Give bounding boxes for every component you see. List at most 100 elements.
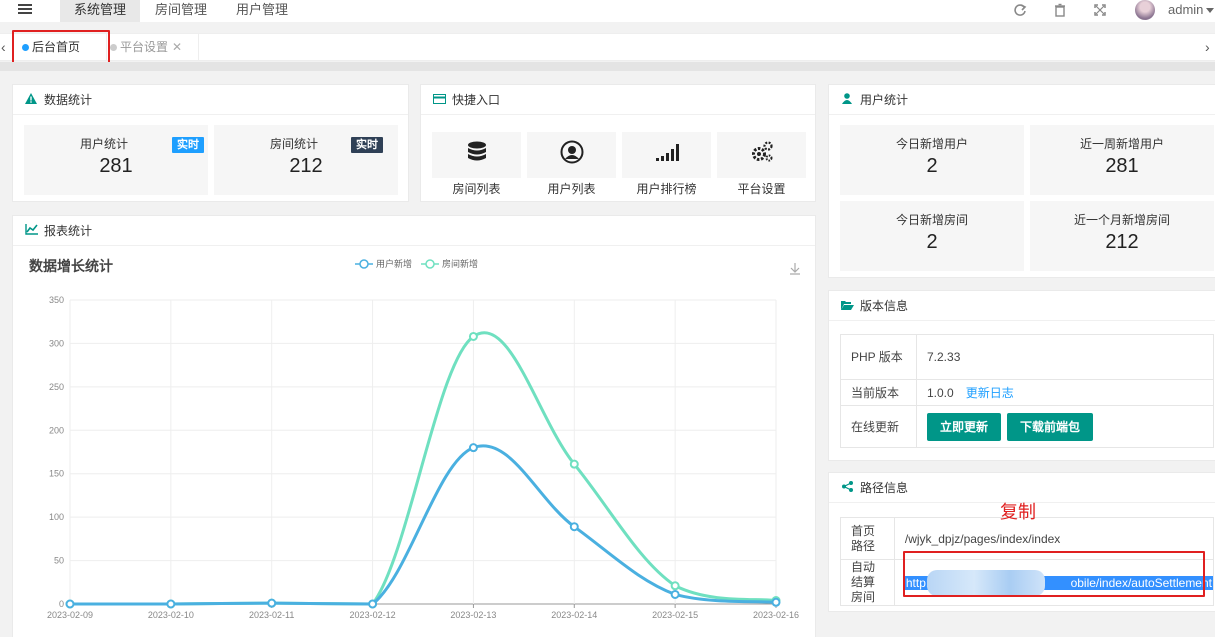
stat-label: 今日新增房间 bbox=[895, 213, 968, 227]
stat-week-users: 近一周新增用户 281 bbox=[1030, 125, 1214, 195]
card-title: 快捷入口 bbox=[452, 93, 501, 107]
online-update-label: 在线更新 bbox=[840, 405, 917, 448]
data-point bbox=[166, 599, 176, 609]
changelog-link[interactable]: 更新日志 bbox=[966, 386, 1014, 400]
stat-today-users: 今日新增用户 2 bbox=[840, 125, 1024, 195]
chart-title: 数据增长统计 bbox=[29, 258, 113, 274]
tab-platform-settings[interactable]: 平台设置 ✕ bbox=[107, 34, 199, 60]
quick-label: 用户排行榜 bbox=[636, 182, 697, 196]
y-tick-label: 150 bbox=[49, 469, 64, 479]
x-tick-label: 2023-02-13 bbox=[450, 610, 496, 620]
stat-today-rooms: 今日新增房间 2 bbox=[840, 201, 1024, 271]
stat-value: 2 bbox=[926, 231, 938, 253]
fullscreen-icon[interactable] bbox=[1093, 3, 1107, 17]
admin-name[interactable]: admin bbox=[1168, 2, 1203, 17]
download-icon[interactable] bbox=[790, 263, 800, 275]
card-title: 报表统计 bbox=[44, 224, 93, 238]
card-header: 版本信息 bbox=[829, 291, 1215, 321]
quick-platform-settings[interactable]: 平台设置 bbox=[717, 132, 806, 196]
data-point bbox=[468, 331, 478, 341]
highlight-box bbox=[903, 551, 1205, 597]
user-stats-card: 用户统计 今日新增用户 2 近一周新增用户 281 今日新增房间 2 近一个月新… bbox=[828, 84, 1215, 278]
legend-marker bbox=[425, 259, 435, 269]
nav-room[interactable]: 房间管理 bbox=[145, 0, 217, 22]
download-frontend-button[interactable]: 下载前端包 bbox=[1007, 412, 1094, 441]
quick-user-list[interactable]: 用户列表 bbox=[527, 132, 616, 196]
stat-label: 近一个月新增房间 bbox=[1073, 213, 1170, 227]
card-header: 快捷入口 bbox=[421, 85, 815, 115]
copy-annotation: 复制 bbox=[1000, 502, 1036, 522]
stat-label: 今日新增用户 bbox=[895, 137, 968, 151]
share-icon bbox=[841, 473, 853, 503]
quick-label: 房间列表 bbox=[452, 182, 501, 196]
card-header: 报表统计 bbox=[13, 216, 815, 246]
quick-label: 用户列表 bbox=[547, 182, 596, 196]
legend-label: 房间新增 bbox=[442, 258, 478, 269]
stat-room-count: 房间统计 212 实时 bbox=[214, 125, 398, 195]
x-tick-label: 2023-02-11 bbox=[249, 610, 294, 620]
quick-user-ranking[interactable]: 用户排行榜 bbox=[622, 132, 711, 196]
database-icon bbox=[467, 141, 486, 161]
version-card: 版本信息 PHP 版本 7.2.33 当前版本 1.0.0 更新日志 在线更新 立… bbox=[828, 290, 1215, 461]
data-point bbox=[65, 599, 75, 609]
stat-value: 2 bbox=[926, 155, 938, 177]
y-tick-label: 0 bbox=[59, 599, 64, 609]
update-now-button[interactable]: 立即更新 bbox=[927, 412, 1002, 441]
card-title: 版本信息 bbox=[860, 299, 909, 313]
stat-value: 281 bbox=[1105, 155, 1139, 177]
tab-prev-icon[interactable]: ‹ bbox=[1, 39, 6, 55]
line-chart: 数据增长统计 用户新增 房间新增 0 50 100 150 200 250 300 350 2023-… bbox=[29, 258, 800, 620]
x-tick-label: 2023-02-10 bbox=[148, 610, 194, 620]
menu-icon[interactable] bbox=[18, 4, 32, 16]
data-point bbox=[368, 599, 378, 609]
signal-bars-icon bbox=[655, 144, 679, 161]
php-version-label: PHP 版本 bbox=[840, 334, 917, 380]
update-buttons-cell: 立即更新 下载前端包 bbox=[916, 405, 1214, 448]
stat-value: 281 bbox=[99, 155, 133, 177]
user-icon bbox=[841, 85, 853, 115]
x-tick-label: 2023-02-12 bbox=[350, 610, 396, 620]
y-tick-label: 250 bbox=[49, 382, 64, 392]
close-icon[interactable]: ✕ bbox=[172, 40, 182, 54]
nav-user[interactable]: 用户管理 bbox=[226, 0, 298, 22]
data-point bbox=[267, 598, 277, 608]
current-version-label: 当前版本 bbox=[840, 379, 917, 406]
stat-label: 近一周新增用户 bbox=[1079, 137, 1164, 151]
home-path-label: 首页路径 bbox=[840, 517, 895, 560]
current-version-cell: 1.0.0 更新日志 bbox=[916, 379, 1214, 406]
data-point bbox=[670, 581, 680, 591]
x-tick-label: 2023-02-14 bbox=[551, 610, 597, 620]
stat-value: 212 bbox=[289, 155, 323, 177]
x-tick-label: 2023-02-09 bbox=[47, 610, 93, 620]
folder-open-icon bbox=[841, 291, 854, 321]
warning-icon bbox=[25, 85, 37, 115]
line-chart-icon bbox=[25, 216, 38, 246]
top-header: 系统管理 房间管理 用户管理 admin bbox=[0, 0, 1215, 22]
quick-entry-card: 快捷入口 房间列表 用户列表 用户排行榜 平台设置 bbox=[420, 84, 816, 202]
version-table: PHP 版本 7.2.33 当前版本 1.0.0 更新日志 在线更新 立即更新 下载… bbox=[840, 334, 1214, 448]
refresh-icon[interactable] bbox=[1013, 3, 1027, 17]
avatar[interactable] bbox=[1135, 0, 1155, 20]
nav-system[interactable]: 系统管理 bbox=[60, 0, 140, 22]
data-point bbox=[569, 522, 579, 532]
data-point bbox=[569, 459, 579, 469]
quick-room-list[interactable]: 房间列表 bbox=[432, 132, 521, 196]
dot-icon bbox=[110, 44, 117, 51]
x-tick-label: 2023-02-16 bbox=[753, 610, 799, 620]
quick-label: 平台设置 bbox=[737, 182, 786, 196]
card-icon bbox=[433, 85, 446, 115]
y-tick-label: 300 bbox=[49, 338, 64, 348]
tab-bar: ‹ 后台首页 平台设置 ✕ › bbox=[0, 33, 1215, 61]
current-version-value: 1.0.0 bbox=[927, 386, 954, 400]
stat-label: 用户统计 bbox=[79, 137, 128, 151]
y-tick-label: 200 bbox=[49, 425, 64, 435]
stat-user-count: 用户统计 281 实时 bbox=[24, 125, 208, 195]
user-circle-icon bbox=[560, 140, 583, 164]
chevron-down-icon[interactable] bbox=[1206, 8, 1214, 13]
trash-icon[interactable] bbox=[1053, 3, 1067, 17]
legend-label: 用户新增 bbox=[376, 258, 412, 269]
status-badge: 实时 bbox=[172, 137, 204, 153]
tab-next-icon[interactable]: › bbox=[1205, 39, 1210, 55]
gears-icon bbox=[751, 141, 773, 162]
x-tick-label: 2023-02-15 bbox=[652, 610, 698, 620]
